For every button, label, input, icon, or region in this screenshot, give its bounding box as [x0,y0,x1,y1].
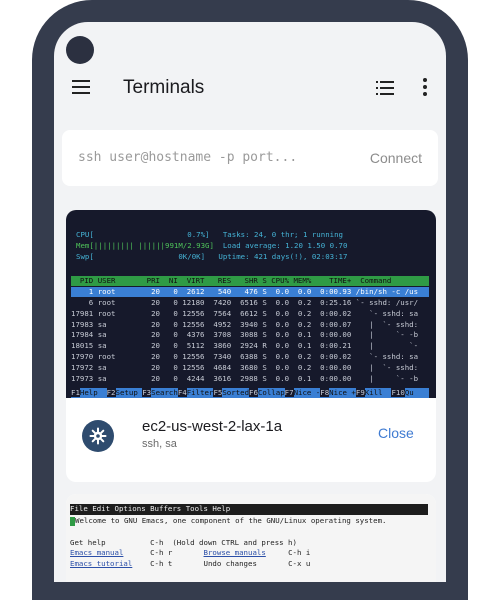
tutorial-key: C-h t [150,559,173,569]
process-row[interactable]: 17972 sa 20 0 12556 4684 3680 S 0.0 0.2 … [71,363,418,372]
get-help-label: Get help [70,537,106,547]
tasks-summary: Tasks: 24, 0 thr; 1 running [222,230,343,239]
function-key-bar: F1Help F2Setup F3SearchF4FilterF5SortedF… [71,388,429,398]
fkey[interactable]: F3 [142,388,152,397]
process-row[interactable]: 17981 root 20 0 12556 7564 6612 S 0.0 0.… [71,309,418,318]
fkey-label[interactable]: Help [80,388,107,397]
close-session-button[interactable]: Close [378,425,414,441]
terminal-preview[interactable]: File Edit Options Buffers Tools Help Wel… [66,494,436,582]
fkey-label[interactable]: Search [151,388,178,397]
fkey[interactable]: F2 [106,388,116,397]
process-table-header: PID USER PRI NI VIRT RES SHR S CPU% MEM%… [71,276,429,286]
process-row[interactable]: 18015 sa 20 0 5112 3860 2924 R 0.0 0.1 0… [71,341,418,350]
htop-meters: CPU[ 0.7%] Tasks: 24, 0 thr; 1 running M… [76,230,347,262]
process-row-selected[interactable]: 1 root 20 0 2612 540 476 S 0.0 0.0 0:00.… [71,287,429,297]
front-camera [66,36,94,64]
undo-label: Undo changes [203,559,257,569]
page-title: Terminals [123,77,205,98]
load-average: Load average: 1.20 1.50 0.70 [222,240,348,250]
terminal-preview[interactable]: CPU[ 0.7%] Tasks: 24, 0 thr; 1 running M… [66,210,436,398]
connect-button[interactable]: Connect [370,150,422,166]
swap-meter: Swp[ 0K/0K] [76,251,206,261]
session-host: ec2-us-west-2-lax-1a [142,418,283,435]
process-row[interactable]: 6 root 20 0 12180 7420 6516 S 0.0 0.2 0:… [71,298,418,307]
browse-manuals-link[interactable]: Browse manuals [204,548,266,557]
fkey-label[interactable]: Nice - [294,388,321,397]
fkey[interactable]: F6 [249,388,258,397]
fkey-label[interactable]: Nice + [329,388,356,397]
fkey-label[interactable]: Setup [116,388,143,397]
process-row[interactable]: 17983 sa 20 0 12556 4952 3940 S 0.0 0.2 … [71,320,418,329]
emacs-menu-bar: File Edit Options Buffers Tools Help [70,504,428,515]
fkey-label[interactable]: Filter [187,388,214,397]
session-info: ec2-us-west-2-lax-1a ssh, sa Close [66,398,436,482]
fkey[interactable]: F4 [177,388,187,397]
fkey[interactable]: F9 [355,388,365,397]
app-bar: Terminals [54,72,446,112]
process-list: 6 root 20 0 12180 7420 6516 S 0.0 0.2 0:… [71,298,418,384]
gear-snowflake-icon [89,427,107,445]
manual-key: C-h r [150,548,173,558]
fkey[interactable]: F5 [213,388,223,397]
undo-key: C-x u [288,559,311,569]
fkey[interactable]: F7 [284,388,294,397]
ssh-bar: Connect [62,130,438,186]
session-card[interactable]: CPU[ 0.7%] Tasks: 24, 0 thr; 1 running M… [66,210,436,482]
fkey-label[interactable]: Qu [405,388,414,397]
fkey[interactable]: F10 [391,388,405,397]
get-help-key: C-h (Hold down CTRL and press h) [150,537,297,547]
process-row[interactable]: 17970 root 20 0 12556 7340 6388 S 0.0 0.… [71,352,418,361]
server-avatar [82,420,114,452]
fkey-label[interactable]: Kill [365,388,392,397]
fkey[interactable]: F8 [320,388,330,397]
ssh-input[interactable] [78,150,328,165]
menu-icon[interactable] [72,80,90,94]
mem-meter: Mem[||||||||| ||||||991M/2.93G] [76,240,214,250]
session-subtitle: ssh, sa [142,438,177,450]
emacs-manual-link[interactable]: Emacs manual [70,548,123,557]
emacs-buffer: Welcome to GNU Emacs, one component of t… [70,516,386,570]
fkey-label[interactable]: Collap [258,388,285,397]
cpu-meter: CPU[ 0.7%] [76,230,210,239]
emacs-tutorial-link[interactable]: Emacs tutorial [70,559,132,568]
fkey[interactable]: F1 [71,388,80,397]
list-view-icon[interactable] [376,81,394,95]
process-row[interactable]: 17973 sa 20 0 4244 3616 2988 S 0.0 0.1 0… [71,374,418,383]
more-vert-icon[interactable] [422,78,428,98]
process-row[interactable]: 17984 sa 20 0 4376 3708 3088 S 0.0 0.1 0… [71,330,418,339]
fkey-label[interactable]: Sorted [222,388,249,397]
app-screen: Terminals Connect CPU[ 0.7%] Tasks: 24, … [54,22,446,582]
uptime: Uptime: 421 days(!), 02:03:17 [218,251,348,261]
session-card[interactable]: File Edit Options Buffers Tools Help Wel… [66,494,436,582]
browse-key: C-h i [288,548,311,558]
emacs-welcome: Welcome to GNU Emacs, one component of t… [75,516,387,525]
